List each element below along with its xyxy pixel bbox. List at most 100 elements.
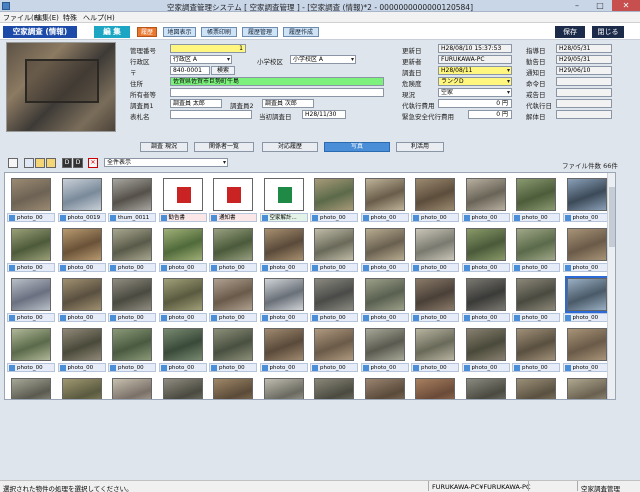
tab-related-parties[interactable]: 関係者一覧 bbox=[194, 142, 254, 152]
address-search-button[interactable]: 検索 bbox=[211, 66, 235, 75]
admin-district-select[interactable]: 行政区 A bbox=[170, 55, 232, 64]
photo-cell[interactable]: photo_00 bbox=[361, 375, 409, 399]
inspector1-field[interactable]: 調査員 太郎 bbox=[170, 99, 222, 108]
tab-response-history[interactable]: 対応履歴 bbox=[262, 142, 318, 152]
mgmt-no-field[interactable]: 1 bbox=[170, 44, 246, 53]
tab-survey-status[interactable]: 調査 現況 bbox=[140, 142, 188, 152]
photo-cell[interactable]: photo_00 bbox=[209, 225, 257, 273]
survey-date-field[interactable]: H28/08/11 bbox=[438, 66, 512, 75]
close-window-button[interactable]: ✕ bbox=[612, 0, 640, 11]
sign-name-field[interactable] bbox=[170, 110, 252, 119]
photo-cell[interactable]: photo_00 bbox=[563, 375, 611, 399]
photo-cell[interactable]: photo_00 bbox=[209, 325, 257, 373]
photo-cell[interactable]: photo_00 bbox=[512, 375, 560, 399]
map-button[interactable]: 地図表示 bbox=[163, 27, 196, 37]
photo-cell[interactable]: photo_00 bbox=[7, 325, 55, 373]
danger-select[interactable]: ランクD bbox=[438, 77, 512, 86]
report-print-button[interactable]: 帳票印刷 bbox=[201, 27, 237, 37]
photo-cell[interactable]: photo_00 bbox=[260, 375, 308, 399]
delete-icon[interactable]: ✕ bbox=[88, 158, 98, 168]
photo-cell[interactable]: thum_0011 bbox=[108, 175, 156, 223]
save-icon[interactable] bbox=[24, 158, 34, 168]
photo-cell[interactable]: photo_00 bbox=[159, 375, 207, 399]
photo-cell[interactable]: photo_00 bbox=[57, 225, 106, 273]
menu-special[interactable]: 特殊 bbox=[63, 13, 77, 23]
owner-field[interactable] bbox=[170, 88, 384, 97]
photo-cell[interactable]: photo_00 bbox=[7, 375, 55, 399]
address-field[interactable]: 佐賀県佐賀市巨勢町牛島 bbox=[170, 77, 384, 86]
minimize-button[interactable]: – bbox=[566, 0, 588, 11]
photo-cell[interactable]: photo_00 bbox=[310, 175, 358, 223]
photo-cell[interactable]: photo_00 bbox=[411, 225, 459, 273]
photo-cell[interactable]: photo_00 bbox=[108, 375, 156, 399]
state-select[interactable]: 空家 bbox=[438, 88, 512, 97]
photo-cell[interactable]: photo_00 bbox=[158, 325, 207, 373]
photo-cell[interactable]: photo_00 bbox=[461, 225, 510, 273]
photo-cell[interactable]: photo_00 bbox=[310, 275, 358, 323]
menu-edit[interactable]: 編集(E) bbox=[35, 13, 59, 23]
history-create-button[interactable]: 履歴作成 bbox=[283, 27, 319, 37]
photo-cell[interactable]: photo_00 bbox=[310, 325, 358, 373]
photo-cell[interactable]: photo_00 bbox=[360, 325, 409, 373]
inspector2-field[interactable]: 調査員 次郎 bbox=[262, 99, 314, 108]
menu-help[interactable]: ヘルプ(H) bbox=[83, 13, 115, 23]
xls-file-cell[interactable]: 空家解計... bbox=[259, 175, 308, 223]
proxy-cost-field[interactable]: 0 円 bbox=[438, 99, 512, 108]
photo-cell[interactable]: photo_00 bbox=[108, 325, 156, 373]
pdf-file-cell[interactable]: 勧告書 bbox=[158, 175, 207, 223]
photo-cell[interactable]: photo_00 bbox=[360, 225, 409, 273]
photo-cell[interactable]: photo_00 bbox=[512, 175, 560, 223]
open-folder-icon[interactable] bbox=[35, 158, 45, 168]
photo-cell[interactable]: photo_00 bbox=[562, 225, 611, 273]
photo-cell[interactable]: photo_00 bbox=[411, 275, 459, 323]
photo-cell[interactable]: photo_00 bbox=[7, 225, 55, 273]
photo-cell[interactable]: photo_00 bbox=[562, 325, 611, 373]
photo-cell[interactable]: photo_00 bbox=[259, 225, 308, 273]
new-file-icon[interactable] bbox=[8, 158, 18, 168]
save-button[interactable]: 保存 bbox=[555, 26, 585, 38]
photo-cell[interactable]: photo_00 bbox=[7, 275, 55, 323]
photo-cell[interactable]: photo_00 bbox=[57, 325, 106, 373]
photo-cell[interactable]: photo_00 bbox=[462, 375, 510, 399]
photo-cell[interactable]: photo_0019 bbox=[57, 175, 106, 223]
copy-icon[interactable]: D bbox=[62, 158, 72, 168]
photo-cell[interactable]: photo_00 bbox=[411, 175, 459, 223]
paste-icon[interactable]: D bbox=[73, 158, 83, 168]
history-manage-button[interactable]: 履歴管理 bbox=[242, 27, 278, 37]
photo-cell[interactable]: photo_00 bbox=[562, 275, 611, 323]
maximize-button[interactable]: □ bbox=[589, 0, 611, 11]
filter-select[interactable]: 全件表示 bbox=[104, 158, 228, 167]
photo-cell[interactable]: photo_00 bbox=[209, 275, 257, 323]
school-district-select[interactable]: 小学校区 A bbox=[290, 55, 356, 64]
photo-cell[interactable]: photo_00 bbox=[512, 275, 560, 323]
photo-cell[interactable]: photo_00 bbox=[259, 325, 308, 373]
edit-button[interactable]: 編 集 bbox=[94, 26, 130, 38]
tab-photos[interactable]: 写真 bbox=[324, 142, 390, 152]
photo-cell[interactable]: photo_00 bbox=[57, 275, 106, 323]
history-button[interactable]: 履歴 bbox=[137, 27, 157, 37]
close-button[interactable]: 閉じる bbox=[592, 26, 624, 38]
folder-icon[interactable] bbox=[46, 158, 56, 168]
photo-cell[interactable]: photo_00 bbox=[7, 175, 55, 223]
photo-cell[interactable]: photo_00 bbox=[461, 175, 510, 223]
photo-cell[interactable]: photo_00 bbox=[562, 175, 611, 223]
photo-cell[interactable]: photo_00 bbox=[512, 225, 560, 273]
scrollbar-thumb[interactable] bbox=[609, 187, 615, 247]
photo-cell[interactable]: photo_00 bbox=[512, 325, 560, 373]
photo-cell[interactable]: photo_00 bbox=[360, 175, 409, 223]
photo-cell[interactable]: photo_00 bbox=[158, 225, 207, 273]
photo-cell[interactable]: photo_00 bbox=[108, 275, 156, 323]
main-photo[interactable] bbox=[6, 42, 116, 132]
photo-cell[interactable]: photo_00 bbox=[310, 225, 358, 273]
photo-cell[interactable]: photo_00 bbox=[158, 275, 207, 323]
gallery-scrollbar[interactable] bbox=[607, 173, 615, 399]
photo-cell[interactable]: photo_00 bbox=[461, 275, 510, 323]
photo-cell[interactable]: photo_00 bbox=[411, 325, 459, 373]
zip-field[interactable]: 840-0001 bbox=[170, 66, 210, 75]
photo-cell[interactable]: photo_00 bbox=[259, 275, 308, 323]
photo-cell[interactable]: photo_00 bbox=[310, 375, 358, 399]
photo-cell[interactable]: photo_00 bbox=[58, 375, 106, 399]
photo-cell[interactable]: photo_00 bbox=[411, 375, 459, 399]
photo-cell[interactable]: photo_00 bbox=[108, 225, 156, 273]
photo-cell[interactable]: photo_00 bbox=[461, 325, 510, 373]
